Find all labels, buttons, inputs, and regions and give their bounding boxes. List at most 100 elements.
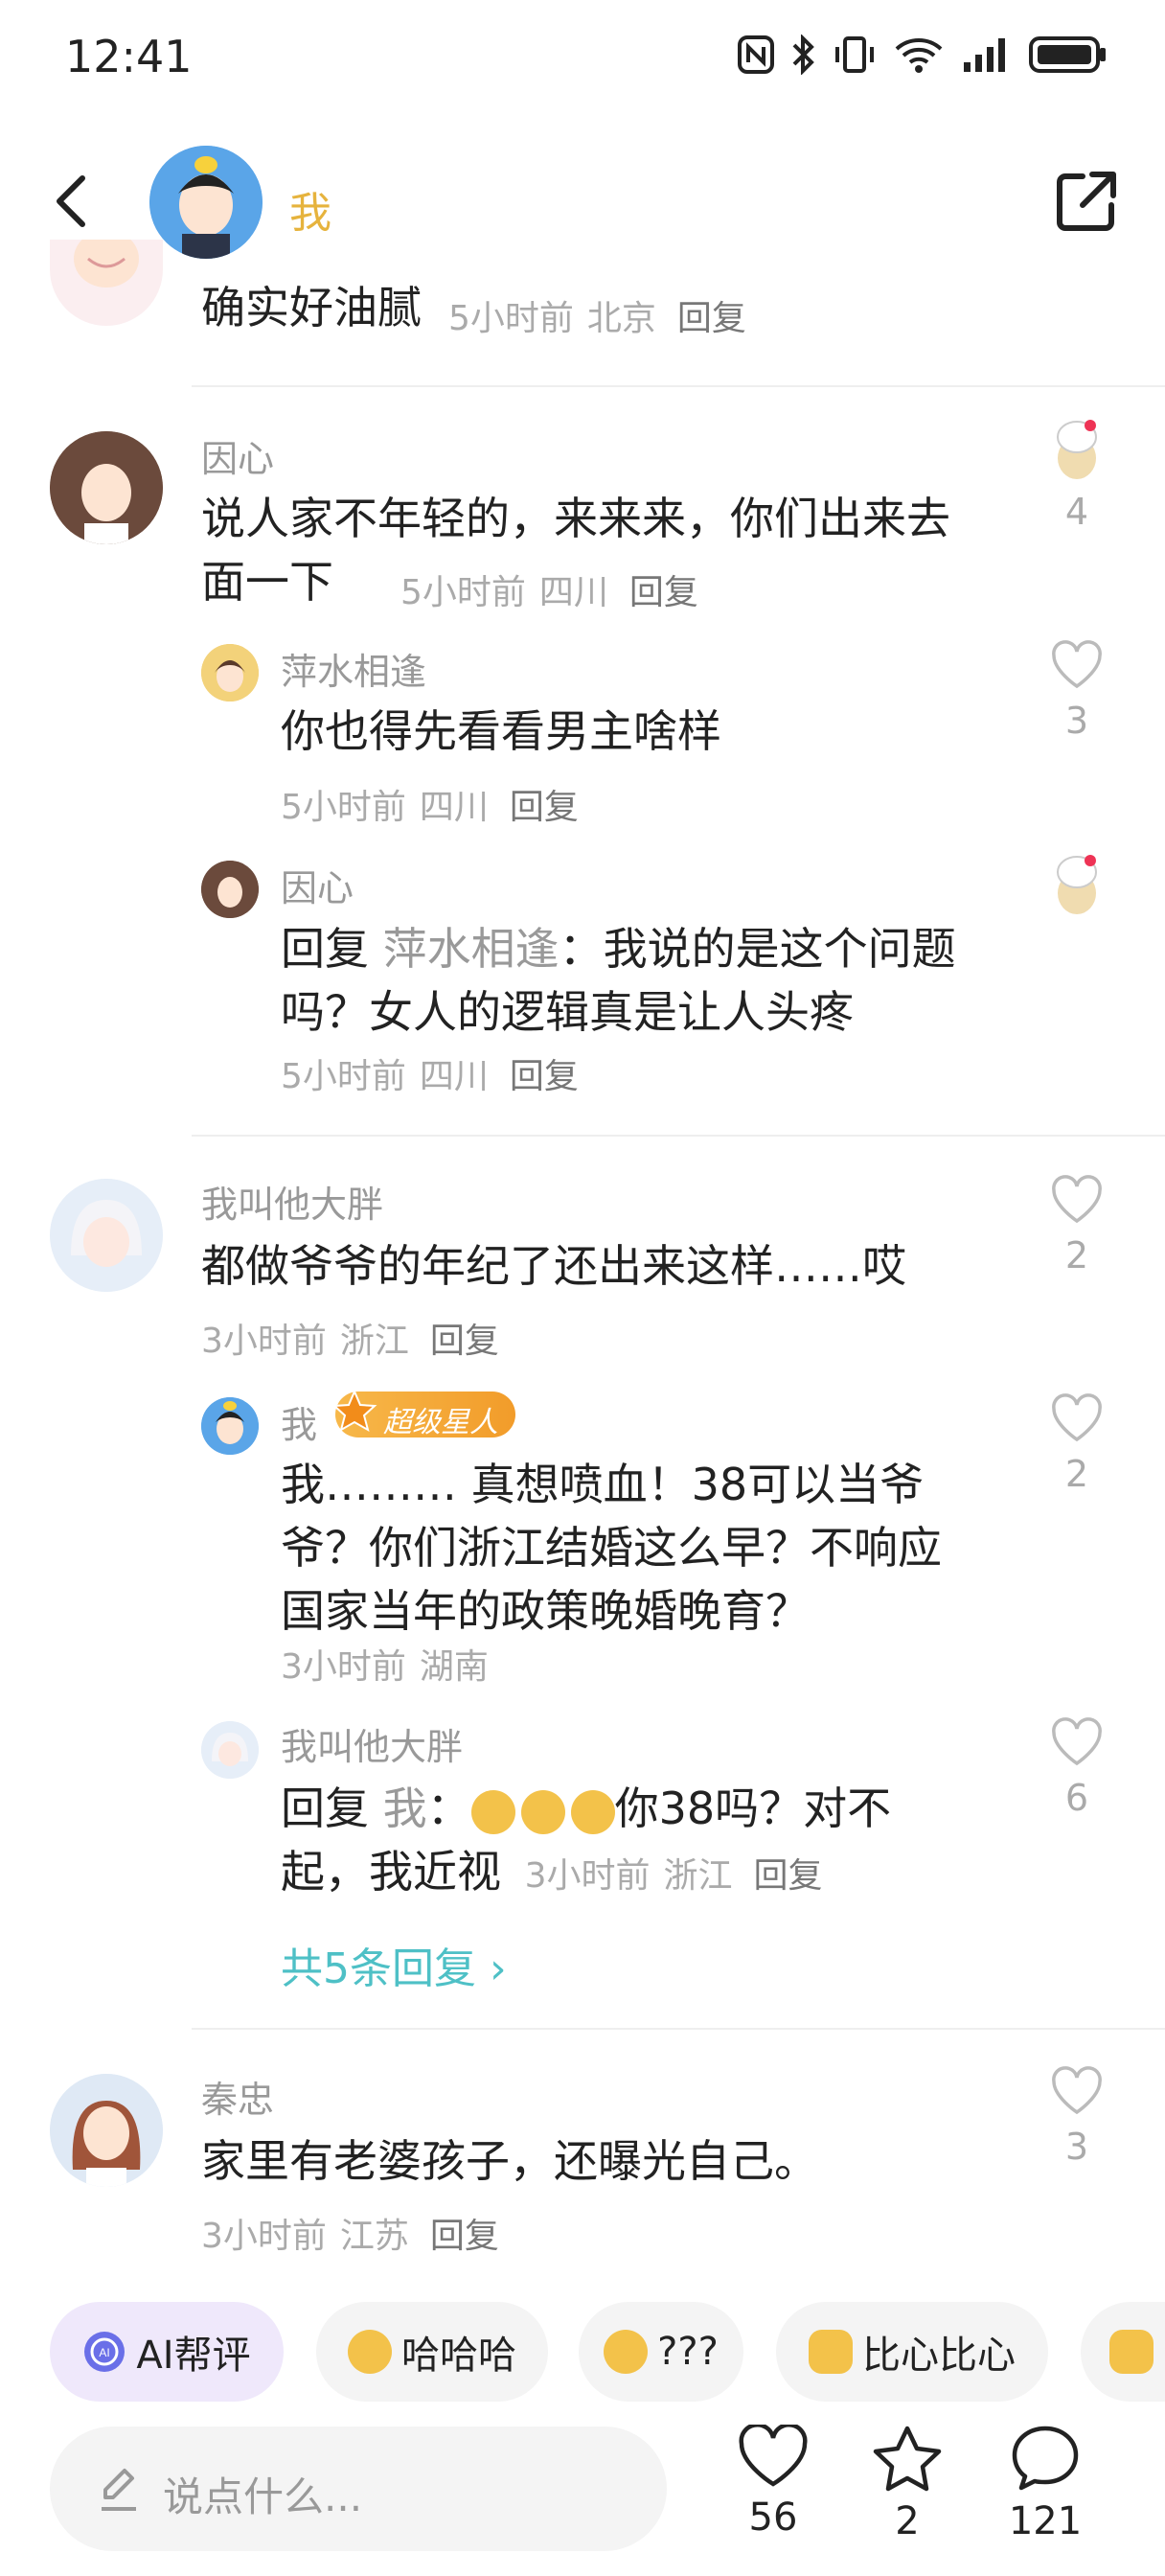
reply-to-user[interactable]: 我 bbox=[383, 1782, 427, 1834]
battery-icon bbox=[1029, 36, 1106, 73]
badge-super-star: 超级星人 bbox=[331, 1389, 515, 1439]
like-count: 3 bbox=[1064, 700, 1089, 742]
reply-button[interactable]: 回复 bbox=[677, 299, 746, 338]
like-count: 6 bbox=[1064, 1777, 1089, 1819]
heart-icon bbox=[1052, 1717, 1102, 1766]
weary-emoji-icon bbox=[570, 1789, 615, 1834]
quick-reply-chip[interactable]: 比心比心 bbox=[776, 2302, 1048, 2402]
comment-bubble-icon bbox=[1012, 2426, 1079, 2491]
reply-text: 回复 我： 你38吗？对不起，我近视 3小时前 浙江 回复 bbox=[281, 1782, 892, 1898]
comment-text: 都做爷爷的年纪了还出来这样……哎 bbox=[201, 1240, 906, 1292]
favorite-button[interactable]: 2 bbox=[855, 2425, 960, 2543]
wifi-icon bbox=[895, 38, 943, 73]
reply-author[interactable]: 我 bbox=[281, 1395, 317, 1448]
reply-text: 你也得先看看男主啥样 bbox=[281, 705, 721, 757]
like-button[interactable]: 4 bbox=[1048, 418, 1106, 533]
reply-button[interactable]: 回复 bbox=[430, 2217, 499, 2256]
like-button[interactable]: 2 bbox=[1048, 1393, 1106, 1495]
comment-meta: 5小时前 四川 回复 bbox=[400, 573, 698, 612]
avatar[interactable] bbox=[201, 1721, 259, 1779]
nfc-icon bbox=[738, 35, 774, 74]
reply-button[interactable]: 回复 bbox=[754, 1856, 823, 1896]
reply-button[interactable]: 回复 bbox=[430, 1322, 499, 1361]
quick-reply-chip[interactable]: 哈哈哈 bbox=[316, 2302, 548, 2402]
heart-icon bbox=[1052, 1393, 1102, 1442]
comment-author[interactable]: 秦忠 bbox=[201, 2070, 274, 2123]
header-avatar[interactable] bbox=[149, 146, 263, 259]
comment-author[interactable]: 因心 bbox=[201, 429, 274, 482]
heart-icon bbox=[1052, 2066, 1102, 2115]
reply-text: 回复 萍水相逢：我说的是这个问题吗？女人的逻辑真是让人头疼 bbox=[281, 923, 956, 1038]
top-header: 我 bbox=[0, 115, 1165, 288]
svg-text:AI: AI bbox=[100, 2346, 110, 2359]
quick-reply-chip[interactable]: ??? bbox=[579, 2302, 743, 2402]
star-badge-icon bbox=[331, 1389, 377, 1433]
reply-meta: 3小时前 湖南 bbox=[281, 1647, 489, 1687]
ai-icon: AI bbox=[84, 2332, 126, 2372]
ai-help-comment-chip[interactable]: AI AI帮评 bbox=[50, 2302, 284, 2402]
like-button[interactable]: 3 bbox=[1048, 2066, 1106, 2168]
status-time: 12:41 bbox=[65, 31, 193, 82]
laughing-emoji-icon bbox=[348, 2330, 392, 2374]
reply-button[interactable]: 回复 bbox=[510, 788, 579, 827]
reply-meta: 5小时前 四川 回复 bbox=[281, 1057, 579, 1096]
comments-button[interactable]: 121 bbox=[993, 2425, 1098, 2543]
vibrate-icon bbox=[835, 36, 874, 73]
reply-author[interactable]: 我叫他大胖 bbox=[281, 1717, 463, 1770]
thinking-emoji-icon bbox=[604, 2330, 649, 2374]
reply-meta: 3小时前 浙江 回复 bbox=[524, 1856, 823, 1896]
weary-emoji-icon bbox=[470, 1789, 515, 1834]
comment-meta: 5小时前 北京 回复 bbox=[448, 299, 746, 338]
status-icons bbox=[738, 34, 1108, 75]
avatar[interactable] bbox=[50, 2074, 163, 2187]
avatar[interactable] bbox=[201, 861, 259, 918]
show-more-replies-link[interactable]: 共5条回复 › bbox=[281, 1934, 507, 1995]
like-count: 3 bbox=[1064, 2126, 1089, 2168]
avatar[interactable] bbox=[50, 431, 163, 544]
hello-kitty-sticker-icon bbox=[1057, 420, 1097, 479]
like-count: 4 bbox=[1064, 491, 1089, 533]
reply-button[interactable]: 回复 bbox=[510, 1057, 579, 1096]
star-icon bbox=[873, 2426, 942, 2492]
reply-meta: 5小时前 四川 回复 bbox=[281, 788, 579, 827]
comment-text: 确实好油腻 bbox=[201, 282, 422, 334]
share-icon[interactable] bbox=[1054, 169, 1119, 234]
comment-input[interactable]: 说点什么... bbox=[50, 2426, 667, 2551]
hello-kitty-sticker-icon bbox=[1057, 855, 1097, 914]
weary-emoji-icon bbox=[520, 1789, 565, 1834]
avatar[interactable] bbox=[50, 1179, 163, 1292]
avatar[interactable] bbox=[201, 1397, 259, 1455]
reply-to-user[interactable]: 萍水相逢 bbox=[383, 923, 560, 975]
divider bbox=[192, 2028, 1165, 2030]
like-post-button[interactable]: 56 bbox=[720, 2422, 826, 2540]
reply-text: 我……… 真想喷血！38可以当爷爷？你们浙江结婚这么早？不响应国家当年的政策晚婚… bbox=[281, 1459, 942, 1637]
reply-author[interactable]: 因心 bbox=[281, 859, 354, 911]
status-bar: 12:41 bbox=[0, 0, 1165, 115]
reply-author[interactable]: 萍水相逢 bbox=[281, 642, 426, 695]
comment-count: 121 bbox=[1008, 2499, 1083, 2543]
comment-meta: 3小时前 浙江 回复 bbox=[201, 1322, 499, 1361]
pen-icon bbox=[102, 2469, 136, 2511]
avatar[interactable] bbox=[50, 240, 163, 326]
like-button[interactable] bbox=[1048, 853, 1106, 920]
thumbs-up-emoji-icon bbox=[1109, 2330, 1154, 2374]
comment-author[interactable]: 我叫他大胖 bbox=[201, 1175, 383, 1228]
quick-reply-chip[interactable] bbox=[1081, 2302, 1165, 2402]
like-count: 56 bbox=[748, 2496, 798, 2540]
divider bbox=[192, 1135, 1165, 1137]
avatar[interactable] bbox=[201, 644, 259, 702]
header-title[interactable]: 我 bbox=[289, 178, 331, 240]
reply-button[interactable]: 回复 bbox=[629, 573, 698, 612]
like-button[interactable]: 2 bbox=[1048, 1175, 1106, 1276]
heart-icon bbox=[1052, 640, 1102, 689]
heart-icon bbox=[739, 2422, 808, 2487]
signal-icon bbox=[964, 38, 1005, 72]
finger-heart-emoji-icon bbox=[809, 2330, 853, 2374]
comment-text: 家里有老婆孩子，还曝光自己。 bbox=[201, 2135, 818, 2187]
favorite-count: 2 bbox=[895, 2499, 920, 2543]
divider bbox=[192, 385, 1165, 387]
back-icon[interactable] bbox=[48, 172, 96, 230]
like-button[interactable]: 6 bbox=[1048, 1717, 1106, 1819]
heart-icon bbox=[1052, 1175, 1102, 1224]
like-button[interactable]: 3 bbox=[1048, 640, 1106, 742]
